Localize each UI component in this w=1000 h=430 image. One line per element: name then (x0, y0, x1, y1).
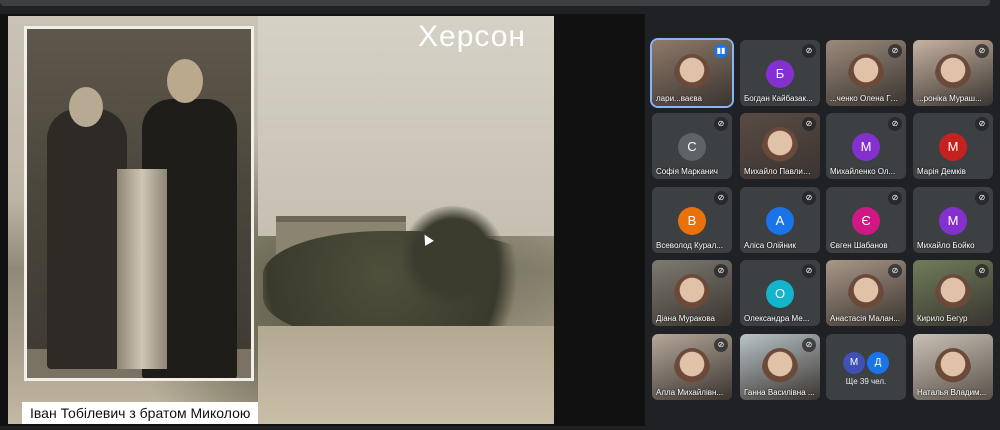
mic-muted-icon: ⊘ (888, 117, 902, 131)
mic-muted-icon: ⊘ (802, 117, 816, 131)
participant-face (674, 54, 710, 94)
mic-muted-icon: ⊘ (975, 264, 989, 278)
participant-tile[interactable]: С ⊘ Софія Марканич (652, 113, 732, 179)
participant-name: Софія Марканич (656, 167, 718, 176)
participant-face (674, 348, 710, 388)
mic-muted-icon: ⊘ (714, 338, 728, 352)
participant-face (935, 274, 971, 314)
participant-tile[interactable]: М ⊘ Марія Демків (913, 113, 993, 179)
participant-name: Всеволод Курал... (656, 241, 723, 250)
mic-muted-icon: ⊘ (888, 191, 902, 205)
participant-name: Алла Михайлівн... (656, 388, 724, 397)
participant-tile[interactable]: Б ⊘ Богдан Кайбазак... (740, 40, 820, 106)
participant-avatar: Б (766, 60, 794, 88)
speaking-indicator-icon: ▮▮ (714, 44, 728, 58)
participant-tile[interactable]: ⊘ Кирило Бегур (913, 260, 993, 326)
participant-name: Аліса Олійник (744, 241, 796, 250)
participant-face (935, 54, 971, 94)
participant-tile[interactable]: А ⊘ Аліса Олійник (740, 187, 820, 253)
mic-muted-icon: ⊘ (714, 191, 728, 205)
participant-face (762, 348, 798, 388)
participant-avatar: М (852, 133, 880, 161)
mic-muted-icon: ⊘ (888, 264, 902, 278)
participant-name: Марія Демків (917, 167, 966, 176)
mic-muted-icon: ⊘ (975, 191, 989, 205)
participant-name: Михайленко Ол... (830, 167, 896, 176)
mic-muted-icon: ⊘ (802, 191, 816, 205)
participant-tile[interactable]: Є ⊘ Євген Шабанов (826, 187, 906, 253)
participant-name: Ганна Василівна ... (744, 388, 815, 397)
participant-tile[interactable]: ⊘ ...роніка Мураш... (913, 40, 993, 106)
participant-face (848, 54, 884, 94)
historical-photo (24, 26, 254, 381)
mic-muted-icon: ⊘ (975, 44, 989, 58)
more-participants-tile[interactable]: М Д Ще 39 чел. (826, 334, 906, 400)
mic-muted-icon: ⊘ (802, 264, 816, 278)
participant-name: Кирило Бегур (917, 314, 968, 323)
participant-avatar: В (678, 207, 706, 235)
participant-name: ...роніка Мураш... (917, 94, 982, 103)
participant-name: Михайло Павлишин (744, 167, 816, 176)
participant-tile[interactable]: М ⊘ Михайло Бойко (913, 187, 993, 253)
participant-face (762, 127, 798, 167)
participant-name: Богдан Кайбазак... (744, 94, 813, 103)
participant-avatar: М (939, 133, 967, 161)
participant-tile[interactable]: О ⊘ Олександра Ме... (740, 260, 820, 326)
mic-muted-icon: ⊘ (714, 117, 728, 131)
participant-avatar: Є (852, 207, 880, 235)
participant-tile[interactable]: ▮▮ лари...ваєва (650, 38, 734, 108)
participant-tile[interactable]: ⊘ Алла Михайлівн... (652, 334, 732, 400)
mic-muted-icon: ⊘ (802, 44, 816, 58)
mic-muted-icon: ⊘ (975, 117, 989, 131)
participant-name: Євген Шабанов (830, 241, 888, 250)
participant-avatar: О (766, 280, 794, 308)
participant-face (848, 274, 884, 314)
participant-tile[interactable]: ⊘ ...ченко Олена Гри... (826, 40, 906, 106)
participant-tile[interactable]: В ⊘ Всеволод Курал... (652, 187, 732, 253)
photo-caption: Іван Тобілевич з братом Миколою (22, 402, 259, 424)
participant-name: Михайло Бойко (917, 241, 975, 250)
participant-face (935, 348, 971, 388)
participant-tile[interactable]: ⊘ Михайло Павлишин (740, 113, 820, 179)
participant-name: Діана Муракова (656, 314, 715, 323)
participant-tile[interactable]: ⊘ Анастасія Малан... (826, 260, 906, 326)
more-participants-label: Ще 39 чел. (845, 377, 887, 386)
presentation-stage: Херсон Іван Тобілевич з братом Миколою (0, 14, 645, 426)
participant-avatar: Д (867, 352, 889, 374)
top-bar (0, 0, 1000, 8)
participant-tile[interactable]: ⊘ Діана Муракова (652, 260, 732, 326)
mic-muted-icon: ⊘ (802, 338, 816, 352)
participant-name: лари...ваєва (656, 94, 703, 103)
presentation-slide: Херсон Іван Тобілевич з братом Миколою (8, 16, 554, 424)
mic-muted-icon: ⊘ (888, 44, 902, 58)
participant-face (674, 274, 710, 314)
participant-avatar: М (939, 207, 967, 235)
participant-tile[interactable]: ⊘ Ганна Василівна ... (740, 334, 820, 400)
participant-avatar: С (678, 133, 706, 161)
mic-muted-icon: ⊘ (714, 264, 728, 278)
participant-name: Анастасія Малан... (830, 314, 900, 323)
participant-name: ...ченко Олена Гри... (830, 94, 902, 103)
slide-title: Херсон (418, 20, 526, 53)
participant-avatar: М (843, 352, 865, 374)
participant-avatar: А (766, 207, 794, 235)
participant-name: Наталья Владим... (917, 388, 987, 397)
participant-tile[interactable]: Наталья Владим... (913, 334, 993, 400)
participant-name: Олександра Ме... (744, 314, 810, 323)
participant-tile[interactable]: М ⊘ Михайленко Ол... (826, 113, 906, 179)
